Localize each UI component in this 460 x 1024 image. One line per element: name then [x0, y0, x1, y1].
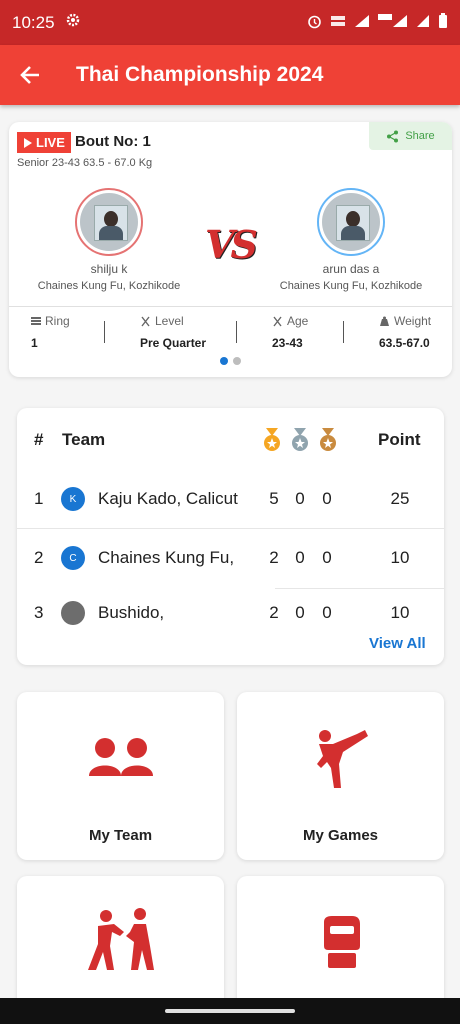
silver-medal-icon	[292, 428, 308, 451]
row-rank: 1	[34, 489, 44, 508]
divider	[104, 321, 105, 343]
vs-text: VS	[205, 222, 258, 267]
avatar	[317, 188, 385, 256]
arrow-back-icon	[20, 66, 39, 84]
settings-gear-icon	[65, 12, 81, 33]
weight-icon	[380, 316, 389, 326]
sparring-icon	[87, 908, 154, 970]
silver-count: 0	[295, 548, 305, 567]
team-icon	[88, 738, 153, 776]
tile-label: My Games	[302, 827, 379, 844]
team-points: 25	[390, 489, 410, 508]
my-team-tile[interactable]: My Team	[17, 692, 224, 860]
signal-icon	[416, 14, 430, 31]
battery-icon	[438, 13, 448, 32]
status-bar: 10:25	[0, 0, 460, 45]
team-logo: C	[61, 546, 85, 570]
app-bar: Thai Championship 2024	[0, 45, 460, 105]
page-title: Thai Championship 2024	[76, 63, 324, 86]
stat-label: Age	[287, 314, 309, 328]
bout-category: Senior 23-43 63.5 - 67.0 Kg	[17, 157, 153, 169]
share-button[interactable]: Share	[369, 122, 452, 150]
row-rank: 3	[34, 603, 44, 622]
volte-icon	[330, 14, 346, 31]
my-games-tile[interactable]: My Games	[237, 692, 444, 860]
stat-value: Pre Quarter	[140, 336, 207, 350]
martial-arts-kick-icon	[316, 730, 368, 788]
row-rank: 2	[34, 548, 44, 567]
status-time: 10:25	[12, 12, 55, 32]
divider	[9, 306, 452, 307]
divider	[236, 321, 237, 343]
boxing-glove-icon	[323, 916, 360, 968]
stat-label: Weight	[394, 314, 432, 328]
team-logo: K	[61, 487, 85, 511]
page-dot-active[interactable]	[220, 357, 228, 365]
alarm-icon	[307, 14, 322, 32]
player-name: arun das a	[322, 262, 380, 276]
team-points: 10	[390, 548, 410, 567]
player-name: shilju k	[90, 262, 128, 276]
bronze-count: 0	[322, 603, 332, 622]
view-all-link[interactable]: View All	[369, 635, 426, 652]
stat-label: Ring	[45, 314, 70, 328]
5g-signal-icon	[378, 14, 408, 31]
back-button[interactable]	[0, 45, 60, 105]
page-dot[interactable]	[233, 357, 241, 365]
team-points: 10	[390, 603, 410, 622]
player-red-corner[interactable]: shilju k Chaines Kung Fu, Kozhikode	[9, 188, 209, 292]
team-name: Bushido,	[98, 603, 165, 622]
ring-icon	[31, 317, 41, 325]
tile-label: My Team	[88, 827, 153, 844]
age-icon	[273, 316, 282, 326]
home-gesture-handle[interactable]	[165, 1009, 295, 1013]
share-label: Share	[405, 130, 435, 142]
gold-count: 2	[269, 603, 279, 622]
avatar	[75, 188, 143, 256]
bout-number: Bout No: 1	[75, 133, 151, 150]
stat-ring: Ring 1	[31, 314, 70, 350]
stat-level: Level Pre Quarter	[140, 314, 206, 350]
silver-count: 0	[295, 489, 305, 508]
divider	[17, 528, 444, 529]
live-label: LIVE	[36, 135, 65, 150]
table-row[interactable]: 1 K Kaju Kado, Calicut 5 0 0 25	[17, 474, 444, 524]
bronze-count: 0	[322, 548, 332, 567]
stat-value: 23-43	[272, 336, 303, 350]
system-navigation-bar	[0, 998, 460, 1024]
carousel-indicator	[220, 357, 241, 365]
divider	[343, 321, 344, 343]
gold-count: 2	[269, 548, 279, 567]
team-header: Team	[62, 430, 106, 449]
table-row[interactable]: 2 C Chaines Kung Fu, 2 0 0 10	[17, 533, 444, 583]
table-row[interactable]: 3 Bushido, 2 0 0 10	[17, 588, 444, 638]
stat-value: 1	[31, 336, 38, 350]
level-icon	[141, 316, 150, 326]
stat-value: 63.5-67.0	[379, 336, 430, 350]
team-logo	[61, 601, 85, 625]
gold-count: 5	[269, 489, 279, 508]
live-bout-card[interactable]: LIVE Bout No: 1 Senior 23-43 63.5 - 67.0…	[9, 122, 452, 377]
gold-medal-icon	[264, 428, 280, 451]
bronze-medal-icon	[320, 428, 336, 451]
stat-label: Level	[155, 314, 184, 328]
signal-icon	[354, 14, 370, 31]
stat-weight: Weight 63.5-67.0	[379, 314, 431, 350]
rank-header: #	[34, 430, 44, 449]
share-icon	[387, 130, 399, 142]
stat-age: Age 23-43	[272, 314, 308, 350]
points-header: Point	[378, 430, 421, 449]
player-blue-corner[interactable]: arun das a Chaines Kung Fu, Kozhikode	[251, 188, 451, 292]
medal-table-card: # Team Point 1 K Kaju Kado, Calicut 5 0 …	[17, 408, 444, 665]
team-name: Chaines Kung Fu,	[98, 548, 235, 567]
team-name: Kaju Kado, Calicut	[98, 489, 238, 508]
play-icon	[24, 137, 32, 148]
player-club: Chaines Kung Fu, Kozhikode	[37, 280, 181, 292]
live-badge: LIVE	[17, 132, 71, 153]
bronze-count: 0	[322, 489, 332, 508]
silver-count: 0	[295, 603, 305, 622]
player-club: Chaines Kung Fu, Kozhikode	[279, 280, 423, 292]
